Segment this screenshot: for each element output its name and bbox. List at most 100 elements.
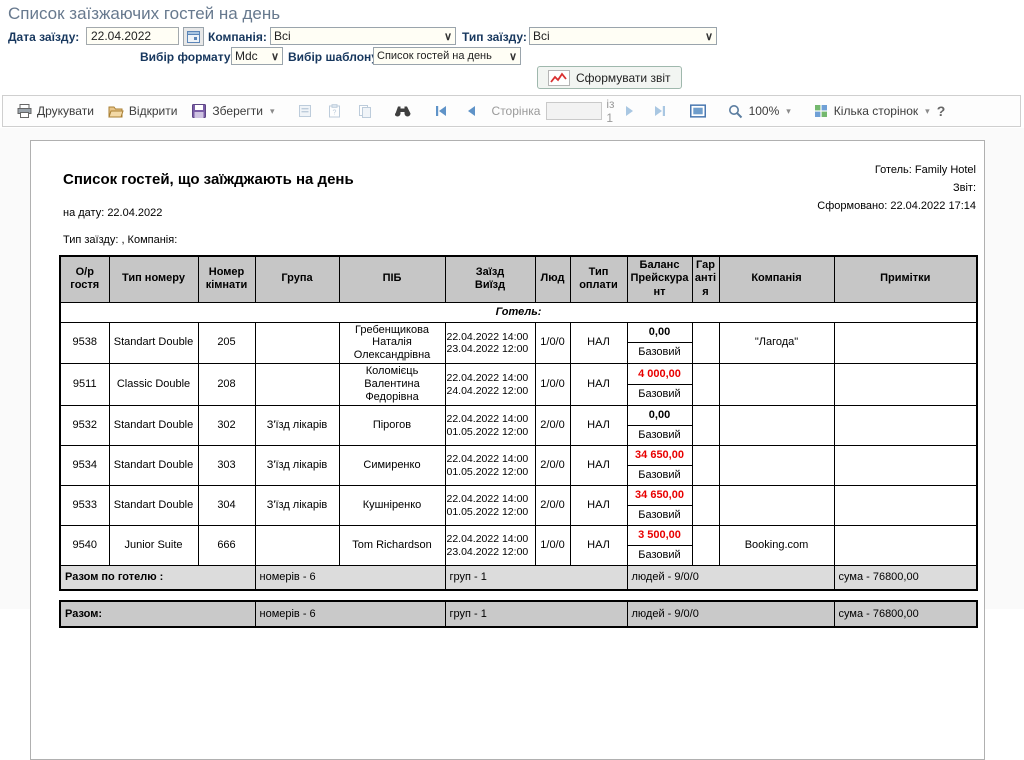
first-page-button[interactable] bbox=[426, 99, 456, 123]
guest-name: Симиренко bbox=[339, 446, 445, 486]
print-button[interactable]: Друкувати bbox=[9, 99, 101, 123]
generate-report-label: Сформувати звіт bbox=[576, 71, 671, 85]
chevron-down-icon: ∨ bbox=[271, 50, 279, 63]
payment-type: НАЛ bbox=[570, 446, 627, 486]
room-type: Junior Suite bbox=[109, 526, 198, 566]
previous-page-button[interactable] bbox=[456, 99, 486, 123]
room-number: 205 bbox=[198, 322, 255, 364]
last-page-button[interactable] bbox=[645, 99, 675, 123]
generate-report-button[interactable]: Сформувати звіт bbox=[537, 66, 682, 89]
zoom-value: 100% bbox=[749, 104, 780, 118]
chart-icon bbox=[548, 70, 570, 86]
hotel-name-line: Готель: Family Hotel bbox=[817, 161, 976, 179]
balance-pricelist: 4 000,00Базовий bbox=[627, 364, 692, 406]
company bbox=[719, 406, 834, 446]
arrival-date-label: Дата заїзду: bbox=[8, 30, 79, 44]
departure-datetime: 01.05.2022 12:00 bbox=[447, 506, 535, 518]
group-name: З'їзд лікарів bbox=[255, 406, 339, 446]
hotel-section-label: Готель: bbox=[60, 302, 977, 322]
group-name: З'їзд лікарів bbox=[255, 446, 339, 486]
open-button[interactable]: Відкрити bbox=[101, 99, 185, 123]
template-select[interactable]: Список гостей на день ∨ bbox=[373, 47, 521, 65]
zoom-control[interactable]: 100% ▾ bbox=[721, 99, 798, 123]
balance-amount: 3 500,00 bbox=[628, 526, 692, 546]
clipboard-button[interactable]: ? bbox=[320, 99, 350, 123]
guest-row: 9532Standart Double302З'їзд лікарівПірог… bbox=[60, 406, 977, 446]
guarantee bbox=[692, 486, 719, 526]
format-label: Вибір формату bbox=[140, 50, 231, 64]
price-list: Базовий bbox=[628, 343, 692, 362]
balance-amount: 4 000,00 bbox=[628, 365, 692, 385]
arrival-datetime: 22.04.2022 14:00 bbox=[447, 533, 535, 545]
price-list: Базовий bbox=[628, 385, 692, 404]
price-list: Базовий bbox=[628, 426, 692, 445]
report-toolbar: Друкувати Відкрити Зберегти ▾ ? bbox=[2, 95, 1021, 127]
chevron-down-icon: ∨ bbox=[705, 30, 713, 43]
payment-type: НАЛ bbox=[570, 526, 627, 566]
hotel-totals-label: Разом по готелю : bbox=[60, 566, 255, 590]
page-number-input[interactable] bbox=[546, 102, 602, 120]
notes bbox=[834, 526, 977, 566]
column-header: ПІБ bbox=[339, 256, 445, 302]
guest-id: 9532 bbox=[60, 406, 109, 446]
report-preview-area: Список гостей, що заїжджають на день Гот… bbox=[0, 128, 1024, 609]
hotel-totals-sum: сума - 76800,00 bbox=[834, 566, 977, 590]
help-button[interactable]: ? bbox=[937, 103, 946, 119]
arrival-datetime: 22.04.2022 14:00 bbox=[447, 453, 535, 465]
grand-totals-label: Разом: bbox=[60, 601, 255, 627]
arrival-type-label: Тип заїзду: bbox=[462, 30, 527, 44]
guest-table-wrap: О/р гостяТип номеруНомер кімнатиГрупаПІБ… bbox=[59, 255, 976, 628]
hotel-totals-people: людей - 9/0/0 bbox=[627, 566, 834, 590]
arrival-departure: 22.04.2022 14:0001.05.2022 12:00 bbox=[445, 446, 535, 486]
column-header: Тип оплати bbox=[570, 256, 627, 302]
generated-line: Сформовано: 22.04.2022 17:14 bbox=[817, 197, 976, 215]
guest-row: 9538Standart Double205Гребенщикова Натал… bbox=[60, 322, 977, 364]
departure-datetime: 24.04.2022 12:00 bbox=[447, 385, 535, 397]
payment-type: НАЛ bbox=[570, 322, 627, 364]
group-name bbox=[255, 364, 339, 406]
guest-id: 9511 bbox=[60, 364, 109, 406]
price-list: Базовий bbox=[628, 546, 692, 565]
printer-icon bbox=[16, 103, 32, 119]
first-page-icon bbox=[433, 103, 449, 119]
guest-name: Tom Richardson bbox=[339, 526, 445, 566]
room-type: Standart Double bbox=[109, 406, 198, 446]
full-screen-button[interactable] bbox=[683, 99, 713, 123]
guest-id: 9534 bbox=[60, 446, 109, 486]
save-label: Зберегти bbox=[212, 104, 263, 118]
notes bbox=[834, 486, 977, 526]
format-select[interactable]: Mdc ∨ bbox=[231, 47, 283, 65]
text-select-button[interactable] bbox=[290, 99, 320, 123]
arrival-type-select[interactable]: Всі ∨ bbox=[529, 27, 717, 45]
save-button[interactable]: Зберегти ▾ bbox=[184, 99, 281, 123]
last-page-icon bbox=[652, 103, 668, 119]
page-count-label: із 1 bbox=[606, 97, 614, 125]
copy-icon bbox=[357, 103, 373, 119]
guest-id: 9538 bbox=[60, 322, 109, 364]
payment-type: НАЛ bbox=[570, 364, 627, 406]
hotel-totals-rooms: номерів - 6 bbox=[255, 566, 445, 590]
calendar-button[interactable] bbox=[183, 27, 204, 46]
copy-button[interactable] bbox=[350, 99, 380, 123]
column-header: Номер кімнати bbox=[198, 256, 255, 302]
folder-open-icon bbox=[108, 103, 124, 119]
arrival-date-input[interactable] bbox=[86, 27, 179, 45]
chevron-down-icon: ▾ bbox=[925, 106, 930, 117]
company-select[interactable]: Всі ∨ bbox=[270, 27, 456, 45]
notes bbox=[834, 406, 977, 446]
balance-pricelist: 3 500,00Базовий bbox=[627, 526, 692, 566]
guarantee bbox=[692, 322, 719, 364]
template-select-value: Список гостей на день bbox=[377, 50, 505, 62]
arrival-type-select-value: Всі bbox=[533, 29, 701, 43]
column-header: Гарантія bbox=[692, 256, 719, 302]
print-label: Друкувати bbox=[37, 104, 94, 118]
chevron-down-icon: ▾ bbox=[270, 106, 275, 117]
multi-page-view-button[interactable]: Кілька сторінок ▾ bbox=[806, 99, 937, 123]
next-page-button[interactable] bbox=[615, 99, 645, 123]
guest-name: Коломієць Валентина Федорівна bbox=[339, 364, 445, 406]
room-type: Standart Double bbox=[109, 446, 198, 486]
guest-name: Пірогов bbox=[339, 406, 445, 446]
report-title: Список гостей, що заїжджають на день bbox=[63, 171, 354, 188]
find-button[interactable] bbox=[388, 99, 418, 123]
guest-row: 9511Classic Double208Коломієць Валентина… bbox=[60, 364, 977, 406]
